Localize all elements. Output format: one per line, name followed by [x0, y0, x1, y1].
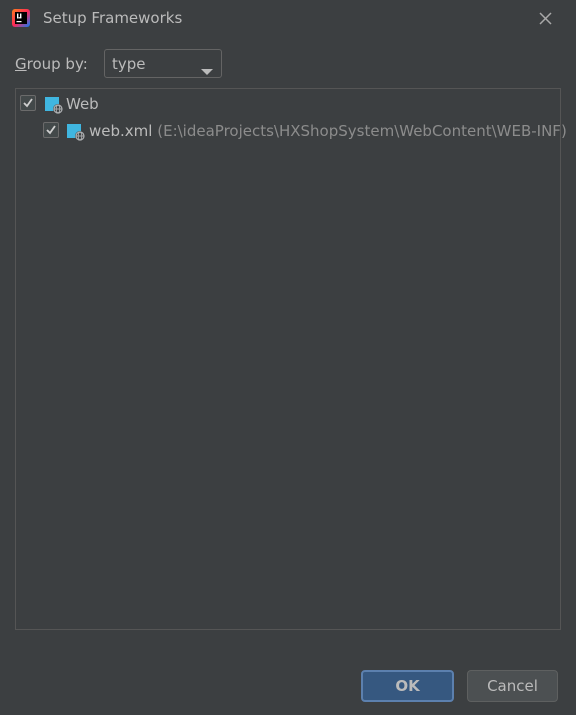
dialog-title: Setup Frameworks	[43, 9, 183, 27]
tree-node-web-label: Web	[66, 95, 99, 113]
chevron-down-icon	[201, 61, 213, 75]
web-xml-path: (E:\ideaProjects\HXShopSystem\WebContent…	[157, 122, 567, 140]
web-framework-icon	[44, 95, 64, 115]
ok-button[interactable]: OK	[361, 670, 454, 702]
intellij-idea-icon	[11, 8, 31, 28]
web-xml-name: web.xml	[89, 122, 153, 140]
cancel-button[interactable]: Cancel	[467, 670, 558, 702]
tree-node-web-xml-label: web.xml (E:\ideaProjects\HXShopSystem\We…	[89, 121, 567, 141]
tree-node-web-xml[interactable]: web.xml (E:\ideaProjects\HXShopSystem\We…	[43, 120, 567, 142]
tree-node-web[interactable]: Web	[20, 93, 550, 115]
group-by-label: Group by:	[15, 54, 88, 74]
group-by-label-text: roup by:	[26, 55, 88, 73]
group-by-mnemonic: G	[15, 55, 27, 73]
frameworks-tree: Web web.xml (E:\ideaProjects\HXShopSyste…	[15, 88, 567, 630]
setup-frameworks-dialog: Setup Frameworks Group by: type Web web.…	[0, 0, 576, 715]
title-bar: Setup Frameworks	[0, 0, 576, 37]
web-xml-file-icon	[66, 122, 86, 142]
group-by-dropdown[interactable]: type	[104, 49, 222, 78]
web-checkbox[interactable]	[20, 95, 36, 111]
web-xml-checkbox[interactable]	[43, 122, 59, 138]
close-icon[interactable]	[535, 8, 555, 28]
group-by-selected-value: type	[112, 55, 146, 73]
